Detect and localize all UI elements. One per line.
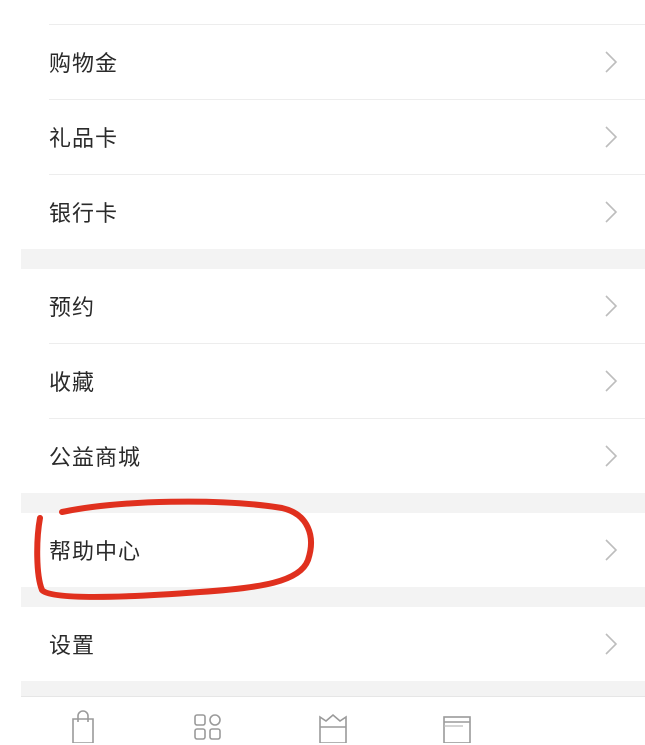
menu-item-shopping-credit[interactable]: 购物金 <box>21 25 645 99</box>
section-gap <box>21 681 645 696</box>
menu-item-bank-card[interactable]: 银行卡 <box>21 175 645 249</box>
section-gap <box>21 493 645 513</box>
chevron-right-icon <box>605 445 618 467</box>
menu-item-label: 公益商城 <box>49 446 142 471</box>
menu-item-label: 礼品卡 <box>49 127 119 152</box>
menu-item-label: 银行卡 <box>49 202 119 227</box>
menu-item-gift-card[interactable]: 礼品卡 <box>21 100 645 174</box>
screen-glare <box>545 705 645 745</box>
section-gap <box>21 587 645 607</box>
menu-item-label: 设置 <box>49 634 96 659</box>
section-gap <box>21 249 645 269</box>
chevron-right-icon <box>605 51 618 73</box>
chevron-right-icon <box>605 539 618 561</box>
menu-item-label: 收藏 <box>49 371 96 396</box>
menu-item-label: 预约 <box>49 296 96 321</box>
menu-item-partial[interactable] <box>21 0 645 22</box>
menu-item-help-center[interactable]: 帮助中心 <box>21 513 645 587</box>
messages-icon[interactable] <box>441 709 475 743</box>
menu-item-label: 购物金 <box>49 52 119 77</box>
shopping-bag-icon[interactable] <box>66 709 100 743</box>
chevron-right-icon <box>605 126 618 148</box>
menu-screen: 购物金 礼品卡 银行卡 预约 收藏 公益商城 帮助中心 设置 <box>21 0 645 745</box>
bottom-tab-bar <box>21 696 645 745</box>
menu-item-label: 帮助中心 <box>49 540 142 565</box>
menu-item-settings[interactable]: 设置 <box>21 607 645 681</box>
chevron-right-icon <box>605 295 618 317</box>
menu-item-reservation[interactable]: 预约 <box>21 269 645 343</box>
menu-item-favorites[interactable]: 收藏 <box>21 344 645 418</box>
chevron-right-icon <box>605 633 618 655</box>
cart-icon[interactable] <box>316 709 350 743</box>
menu-item-charity-mall[interactable]: 公益商城 <box>21 419 645 493</box>
chevron-right-icon <box>605 370 618 392</box>
categories-icon[interactable] <box>191 709 225 743</box>
chevron-right-icon <box>605 201 618 223</box>
